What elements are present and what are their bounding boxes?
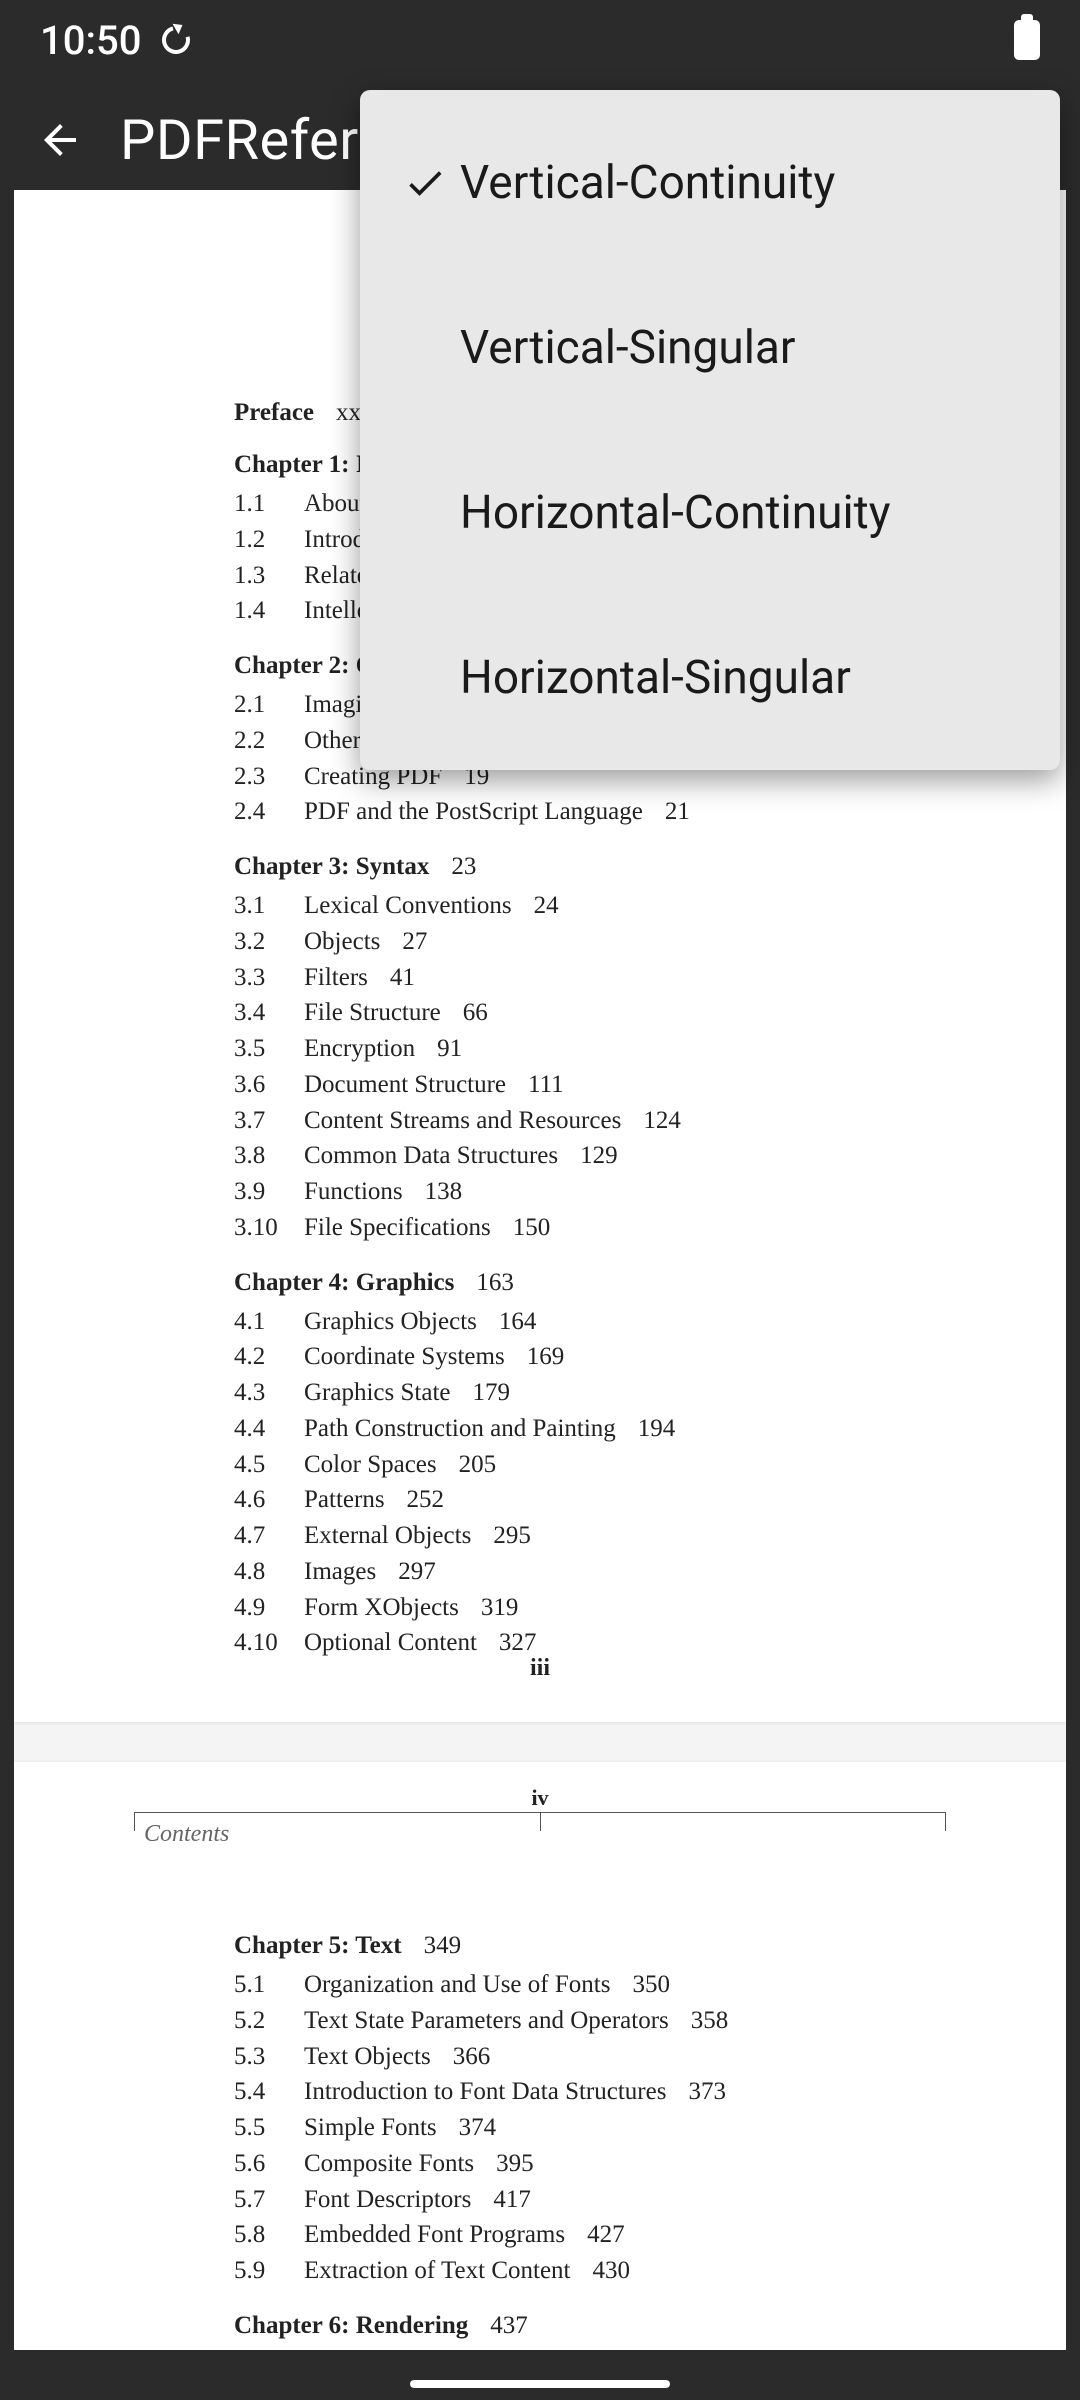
status-bar: 10:50: [0, 0, 1080, 80]
page-number: iv: [531, 1785, 548, 1811]
menu-item-vertical-singular[interactable]: Vertical-Singular: [360, 265, 1060, 430]
menu-item-vertical-continuity[interactable]: Vertical-Continuity: [360, 100, 1060, 265]
menu-item-label: Vertical-Continuity: [460, 156, 1030, 210]
page-number: iii: [14, 1655, 1066, 1682]
toc-entry: 5.8Embedded Font Programs427: [234, 2218, 946, 2252]
running-head: Contents: [144, 1821, 229, 1848]
toc-entry: 3.3Filters41: [234, 961, 946, 995]
toc-entry: 5.6Composite Fonts395: [234, 2147, 946, 2181]
toc-entry: 3.10File Specifications150: [234, 1211, 946, 1245]
toc-entry: 3.1Lexical Conventions24: [234, 889, 946, 923]
toc-entry: 2.4PDF and the PostScript Language21: [234, 795, 946, 829]
toc-entry: 3.7Content Streams and Resources124: [234, 1104, 946, 1138]
toc-entry: 5.9Extraction of Text Content430: [234, 2254, 946, 2288]
toc-chapter-head: Chapter 5: Text349: [234, 1932, 946, 1960]
toc-entry: 5.2Text State Parameters and Operators35…: [234, 2004, 946, 2038]
toc-entry: 4.4Path Construction and Painting194: [234, 1412, 946, 1446]
toc-chapter-head: Chapter 6: Rendering437: [234, 2312, 946, 2340]
toc-entry: 4.7External Objects295: [234, 1519, 946, 1553]
toc-entry: 5.3Text Objects366: [234, 2040, 946, 2074]
toc-chapter-head: Chapter 3: Syntax23: [234, 853, 946, 881]
toc-entry: 4.8Images297: [234, 1555, 946, 1589]
toc-entry: 4.5Color Spaces205: [234, 1448, 946, 1482]
toc-chapter-head: Chapter 4: Graphics163: [234, 1269, 946, 1297]
toc-entry: 5.4Introduction to Font Data Structures3…: [234, 2075, 946, 2109]
toc-entry: 3.2Objects27: [234, 925, 946, 959]
page-header: Contents iv: [134, 1812, 946, 1892]
menu-item-horizontal-continuity[interactable]: Horizontal-Continuity: [360, 430, 1060, 595]
check-icon: [390, 161, 460, 205]
toc-entry: 5.1Organization and Use of Fonts350: [234, 1968, 946, 2002]
toc-entry: 3.6Document Structure111: [234, 1068, 946, 1102]
toc-entry: 5.7Font Descriptors417: [234, 2183, 946, 2217]
menu-item-label: Horizontal-Continuity: [460, 486, 1030, 540]
menu-item-horizontal-singular[interactable]: Horizontal-Singular: [360, 595, 1060, 760]
toc-entry: 3.4File Structure66: [234, 996, 946, 1030]
toc-entry: 4.1Graphics Objects164: [234, 1305, 946, 1339]
toc-entry: 3.9Functions138: [234, 1175, 946, 1209]
menu-item-label: Horizontal-Singular: [460, 651, 1030, 705]
toc-body: Chapter 5: Text349 5.1Organization and Us…: [74, 1932, 1006, 2350]
layout-menu: Vertical-Continuity Vertical-Singular Ho…: [360, 90, 1060, 770]
toc-entry: 3.5Encryption91: [234, 1032, 946, 1066]
toc-entry: 4.9Form XObjects319: [234, 1591, 946, 1625]
back-arrow-icon: [36, 116, 84, 164]
toc-entry: 4.6Patterns252: [234, 1483, 946, 1517]
toc-entry: 4.3Graphics State179: [234, 1376, 946, 1410]
toc-entry: 6.1CIE-Based Color to Device Color438: [234, 2348, 946, 2350]
menu-item-label: Vertical-Singular: [460, 321, 1030, 375]
toc-entry: 5.5Simple Fonts374: [234, 2111, 946, 2145]
sync-icon: [159, 23, 193, 57]
nav-handle[interactable]: [410, 2380, 670, 2388]
back-button[interactable]: [30, 110, 90, 170]
status-time: 10:50: [40, 17, 141, 64]
toc-entry: 4.2Coordinate Systems169: [234, 1340, 946, 1374]
battery-icon: [1014, 20, 1040, 60]
toc-entry: 3.8Common Data Structures129: [234, 1139, 946, 1173]
pdf-page: Contents iv Chapter 5: Text349 5.1Organiz…: [14, 1762, 1066, 2350]
